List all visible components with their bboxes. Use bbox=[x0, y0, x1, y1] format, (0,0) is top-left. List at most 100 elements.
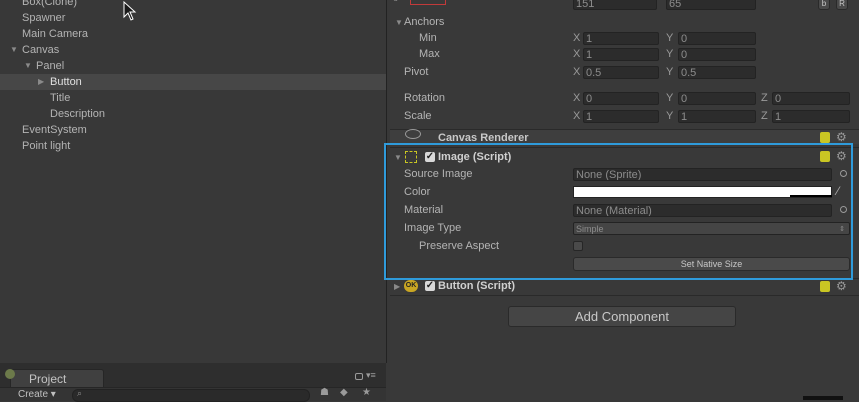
project-panel: Project ▾≡ Create ▾ ⌕ ☗ ◆ ★ bbox=[0, 363, 386, 402]
preserve-aspect-checkbox[interactable] bbox=[573, 241, 583, 251]
panel-menu-icon[interactable]: ▾≡ bbox=[366, 370, 376, 381]
image-foldout-icon[interactable]: ▼ bbox=[394, 153, 402, 162]
hierarchy-item-label: EventSystem bbox=[22, 124, 87, 136]
scale-x-field[interactable]: 1 bbox=[583, 110, 659, 123]
color-swatch[interactable] bbox=[573, 186, 832, 198]
scale-y-field[interactable]: 1 bbox=[678, 110, 756, 123]
rotation-z-axis: Z bbox=[761, 92, 768, 104]
button-gear-icon[interactable]: ⚙ bbox=[836, 279, 847, 293]
image-type-label: Image Type bbox=[404, 222, 462, 234]
hierarchy-item[interactable]: ▼ Canvas bbox=[0, 42, 386, 58]
pivot-x-axis: X bbox=[573, 66, 581, 78]
search-icon: ⌕ bbox=[77, 388, 83, 398]
hierarchy-item[interactable]: Box(Clone) bbox=[0, 0, 386, 10]
hierarchy-item[interactable]: Point light bbox=[0, 138, 386, 154]
rotation-x-field[interactable]: 0 bbox=[583, 92, 659, 105]
anchor-min-y-axis: Y bbox=[666, 32, 674, 44]
hierarchy-item-label: Button bbox=[50, 76, 82, 88]
project-tab-icon bbox=[5, 369, 15, 379]
hierarchy-item[interactable]: Description bbox=[0, 106, 386, 122]
hierarchy-item-label: Spawner bbox=[22, 12, 66, 24]
canvas-renderer-help-icon[interactable] bbox=[820, 132, 830, 143]
anchor-max-y-field[interactable]: 0 bbox=[678, 48, 756, 61]
hierarchy-item[interactable]: ▶ Button bbox=[0, 74, 386, 90]
collapse-arrow-icon[interactable]: ▼ bbox=[10, 42, 18, 58]
anchors-foldout-icon[interactable]: ▼ bbox=[395, 18, 403, 27]
pivot-label: Pivot bbox=[404, 66, 429, 78]
button-component-icon: OK bbox=[404, 280, 418, 292]
material-picker-icon[interactable] bbox=[840, 206, 847, 213]
lock-icon[interactable] bbox=[355, 373, 363, 380]
image-component-icon bbox=[405, 151, 417, 163]
canvas-renderer-gear-icon[interactable]: ⚙ bbox=[836, 130, 847, 144]
rotation-z-field[interactable]: 0 bbox=[772, 92, 850, 105]
filter-label-icon[interactable]: ◆ bbox=[340, 387, 348, 398]
canvas-renderer-title: Canvas Renderer bbox=[438, 132, 529, 144]
height-field[interactable]: 65 bbox=[666, 0, 756, 10]
alpha-bar bbox=[790, 195, 832, 197]
hierarchy-item[interactable]: Spawner bbox=[0, 10, 386, 26]
hierarchy-item[interactable]: EventSystem bbox=[0, 122, 386, 138]
scale-x-axis: X bbox=[573, 110, 581, 122]
hierarchy-item-label: Canvas bbox=[22, 44, 60, 56]
image-enabled-checkbox[interactable]: ✓ bbox=[425, 152, 435, 162]
image-type-value: Simple bbox=[576, 224, 604, 234]
width-field[interactable]: 151 bbox=[573, 0, 657, 10]
object-picker-icon[interactable] bbox=[840, 170, 847, 177]
eyedropper-icon[interactable]: ⁄ bbox=[837, 184, 839, 198]
set-native-size-button[interactable]: Set Native Size bbox=[573, 257, 850, 271]
scale-z-axis: Z bbox=[761, 110, 768, 122]
scale-z-field[interactable]: 1 bbox=[772, 110, 850, 123]
filter-type-icon[interactable]: ☗ bbox=[320, 387, 329, 398]
collapse-arrow-icon[interactable]: ▼ bbox=[24, 58, 32, 74]
status-bar-corner bbox=[803, 396, 843, 400]
blueprint-mode-button[interactable]: b bbox=[818, 0, 830, 10]
scale-label: Scale bbox=[404, 110, 432, 122]
hierarchy-item-label: Title bbox=[50, 92, 71, 104]
component-separator bbox=[390, 295, 859, 296]
create-dropdown[interactable]: Create ▾ bbox=[18, 389, 56, 400]
source-image-field[interactable]: None (Sprite) bbox=[573, 168, 832, 181]
anchor-min-x-field[interactable]: 1 bbox=[583, 32, 659, 45]
component-separator bbox=[390, 278, 859, 279]
hierarchy-item-label: Box(Clone) bbox=[22, 0, 78, 8]
image-type-dropdown[interactable]: Simple ⇕ bbox=[573, 222, 850, 235]
component-separator bbox=[390, 147, 859, 148]
anchor-min-x-axis: X bbox=[573, 32, 581, 44]
source-image-label: Source Image bbox=[404, 168, 473, 180]
rotation-x-axis: X bbox=[573, 92, 581, 104]
expand-arrow-icon[interactable]: ▶ bbox=[38, 74, 44, 90]
button-foldout-icon[interactable]: ▶ bbox=[394, 282, 400, 291]
hierarchy-item-label: Description bbox=[50, 108, 106, 120]
project-toolbar: Create ▾ ⌕ ☗ ◆ ★ bbox=[0, 387, 386, 402]
color-label: Color bbox=[404, 186, 431, 198]
hierarchy-item[interactable]: ▼ Panel bbox=[0, 58, 386, 74]
project-tab[interactable]: Project bbox=[5, 369, 104, 388]
hierarchy-item[interactable]: Title bbox=[0, 90, 386, 106]
anchor-min-label: Min bbox=[419, 32, 437, 44]
image-help-icon[interactable] bbox=[820, 151, 830, 162]
image-gear-icon[interactable]: ⚙ bbox=[836, 149, 847, 163]
add-component-button[interactable]: Add Component bbox=[508, 306, 736, 327]
material-label: Material bbox=[404, 204, 444, 216]
preserve-aspect-label: Preserve Aspect bbox=[419, 240, 500, 252]
anchor-max-x-field[interactable]: 1 bbox=[583, 48, 659, 61]
anchor-min-y-field[interactable]: 0 bbox=[678, 32, 756, 45]
material-field[interactable]: None (Material) bbox=[573, 204, 832, 217]
scale-y-axis: Y bbox=[666, 110, 674, 122]
rotation-y-field[interactable]: 0 bbox=[678, 92, 756, 105]
hierarchy-item[interactable]: Main Camera bbox=[0, 26, 386, 42]
favorite-star-icon[interactable]: ★ bbox=[362, 387, 371, 398]
raw-edit-button[interactable]: R bbox=[836, 0, 848, 10]
anchor-max-x-axis: X bbox=[573, 48, 581, 60]
rect-preview-icon bbox=[410, 0, 446, 5]
pivot-y-axis: Y bbox=[666, 66, 674, 78]
pivot-x-field[interactable]: 0.5 bbox=[583, 66, 659, 79]
button-help-icon[interactable] bbox=[820, 281, 830, 292]
project-search-input[interactable]: ⌕ bbox=[72, 388, 310, 402]
pivot-y-field[interactable]: 0.5 bbox=[678, 66, 756, 79]
button-script-title: Button (Script) bbox=[438, 280, 515, 292]
eye-icon bbox=[405, 129, 421, 139]
button-enabled-checkbox[interactable]: ✓ bbox=[425, 281, 435, 291]
anchor-small-icon: ┘ bbox=[394, 0, 400, 5]
